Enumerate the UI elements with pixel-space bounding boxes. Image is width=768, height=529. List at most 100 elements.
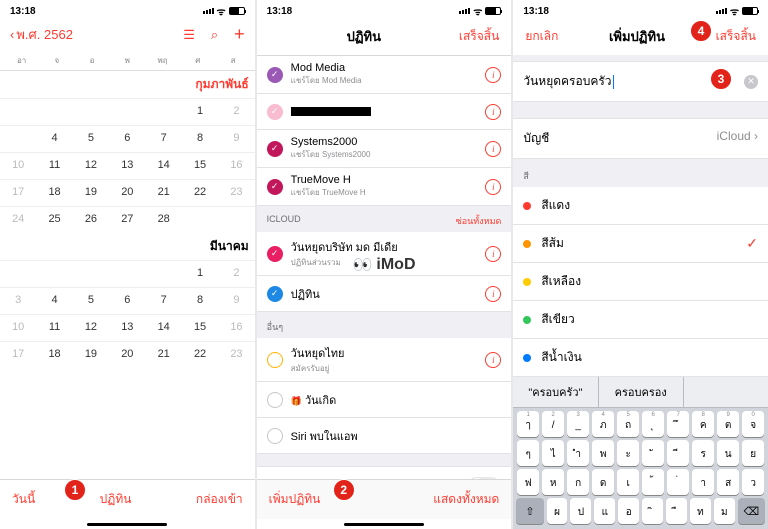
add-calendar-button[interactable]: เพิ่มปฏิทิน <box>269 490 321 509</box>
calendar-grid-mar[interactable]: 12 3456789 10111213141516 17181920212223 <box>0 260 255 368</box>
inbox-button[interactable]: กล่องเข้า <box>196 490 243 509</box>
check-circle-icon[interactable] <box>267 352 283 368</box>
calendar-name-input[interactable]: วันหยุดครอบครัว <box>523 72 611 91</box>
key[interactable]: แ <box>594 498 615 524</box>
list-item[interactable]: ✓วันหยุดบริษัท มด มีเดียปฏิทินส่วนรวมi <box>257 232 512 276</box>
list-item[interactable]: ✓TrueMove Hแชร์โดย TrueMove Hi <box>257 168 512 206</box>
checkmark-icon: ✓ <box>746 235 758 252</box>
key[interactable]: ฟ <box>517 469 539 495</box>
info-icon[interactable]: i <box>485 246 501 262</box>
key[interactable]: ด <box>592 469 614 495</box>
key[interactable]: ั <box>642 440 664 466</box>
key[interactable]: ะ <box>617 440 639 466</box>
status-time: 13:18 <box>10 6 36 17</box>
show-all-button[interactable]: แสดงทั้งหมด <box>433 490 499 509</box>
home-indicator[interactable] <box>344 523 424 526</box>
status-bar: 13:18 ᯤ <box>257 0 512 18</box>
key[interactable]: 0จ <box>742 411 764 437</box>
key[interactable]: ื <box>666 498 687 524</box>
today-button[interactable]: วันนี้ <box>12 490 35 509</box>
clear-icon[interactable]: ✕ <box>744 75 758 89</box>
key[interactable]: 7ึ <box>667 411 689 437</box>
info-icon[interactable]: i <box>485 67 501 83</box>
key[interactable]: ห <box>542 469 564 495</box>
calendars-button[interactable]: ปฏิทิน <box>100 490 132 509</box>
key[interactable]: เ <box>617 469 639 495</box>
back-button[interactable]: ‹ พ.ศ. 2562 <box>10 24 73 45</box>
list-item[interactable]: 🎁 วันเกิด <box>257 382 512 418</box>
cancel-button[interactable]: ยกเลิก <box>525 27 558 46</box>
color-option-red[interactable]: สีแดง <box>513 187 768 225</box>
screen-calendar: 13:18 ᯤ ‹ พ.ศ. 2562 ☰ ⌕ + อาจอพพฤศส กุมภ… <box>0 0 255 529</box>
badge-4: 4 <box>690 20 712 42</box>
key[interactable]: ม <box>714 498 735 524</box>
list-item[interactable]: ✓ปฏิทินi <box>257 276 512 312</box>
key[interactable]: 1ๅ <box>517 411 539 437</box>
backspace-key[interactable]: ⌫ <box>738 498 765 524</box>
key[interactable]: ๆ <box>517 440 539 466</box>
key[interactable]: 3_ <box>567 411 589 437</box>
check-circle-icon[interactable] <box>267 428 283 444</box>
info-icon[interactable]: i <box>485 179 501 195</box>
search-icon[interactable]: ⌕ <box>211 27 218 43</box>
key[interactable]: 8ค <box>692 411 714 437</box>
key[interactable]: ย <box>742 440 764 466</box>
color-option-orange[interactable]: สีส้ม✓ <box>513 225 768 263</box>
color-option-blue[interactable]: สีน้ำเงิน <box>513 339 768 377</box>
color-option-green[interactable]: สีเขียว <box>513 301 768 339</box>
key[interactable]: ผ <box>547 498 568 524</box>
key[interactable]: า <box>692 469 714 495</box>
key[interactable]: 4ภ <box>592 411 614 437</box>
check-circle-icon[interactable]: ✓ <box>267 104 283 120</box>
key[interactable]: อ <box>618 498 639 524</box>
key[interactable]: ี <box>667 440 689 466</box>
key[interactable]: ่ <box>667 469 689 495</box>
check-circle-icon[interactable]: ✓ <box>267 179 283 195</box>
today-cell: 3 <box>0 126 36 152</box>
key[interactable]: น <box>717 440 739 466</box>
check-circle-icon[interactable]: ✓ <box>267 67 283 83</box>
key[interactable]: 2/ <box>542 411 564 437</box>
done-button[interactable]: เสร็จสิ้น <box>459 27 499 46</box>
suggestion[interactable]: "ครอบครัว" <box>513 377 598 407</box>
key[interactable]: 5ถ <box>617 411 639 437</box>
key[interactable]: ป <box>570 498 591 524</box>
info-icon[interactable]: i <box>485 286 501 302</box>
key[interactable]: ส <box>717 469 739 495</box>
key[interactable]: ไ <box>542 440 564 466</box>
key[interactable]: ก <box>567 469 589 495</box>
done-button[interactable]: เสร็จสิ้น <box>716 27 756 46</box>
key[interactable]: 9ต <box>717 411 739 437</box>
calendar-grid-feb[interactable]: 12 3456789 10111213141516 17181920212223… <box>0 98 255 233</box>
list-item[interactable]: ✓Systems2000แชร์โดย Systems2000i <box>257 130 512 168</box>
home-indicator[interactable] <box>87 523 167 526</box>
list-item[interactable]: วันหยุดไทยสมัครรับอยู่i <box>257 338 512 382</box>
key[interactable]: 6ุ <box>642 411 664 437</box>
list-toolbar: เพิ่มปฏิทิน แสดงทั้งหมด 2 <box>257 479 512 519</box>
list-item[interactable]: Siri พบในแอพ <box>257 418 512 454</box>
key[interactable]: ท <box>690 498 711 524</box>
info-icon[interactable]: i <box>485 141 501 157</box>
suggestion[interactable] <box>684 377 768 407</box>
key[interactable]: พ <box>592 440 614 466</box>
check-circle-icon[interactable]: ✓ <box>267 141 283 157</box>
key[interactable]: ว <box>742 469 764 495</box>
hide-all-button[interactable]: ซ่อนทั้งหมด <box>456 214 502 228</box>
info-icon[interactable]: i <box>485 104 501 120</box>
color-option-yellow[interactable]: สีเหลือง <box>513 263 768 301</box>
account-row[interactable]: บัญชี iCloud › <box>513 118 768 159</box>
check-circle-icon[interactable]: ✓ <box>267 246 283 262</box>
key[interactable]: ิ <box>642 498 663 524</box>
shift-key[interactable]: ⇧ <box>516 498 543 524</box>
check-circle-icon[interactable]: ✓ <box>267 286 283 302</box>
list-item[interactable]: ✓Mod Mediaแชร์โดย Mod Mediai <box>257 56 512 94</box>
suggestion[interactable]: ครอบครอง <box>599 377 684 407</box>
key[interactable]: ร <box>692 440 714 466</box>
add-icon[interactable]: + <box>234 24 245 45</box>
key[interactable]: ำ <box>567 440 589 466</box>
check-circle-icon[interactable] <box>267 392 283 408</box>
list-view-icon[interactable]: ☰ <box>183 27 195 43</box>
info-icon[interactable]: i <box>485 352 501 368</box>
key[interactable]: ้ <box>642 469 664 495</box>
list-item[interactable]: ✓i <box>257 94 512 130</box>
